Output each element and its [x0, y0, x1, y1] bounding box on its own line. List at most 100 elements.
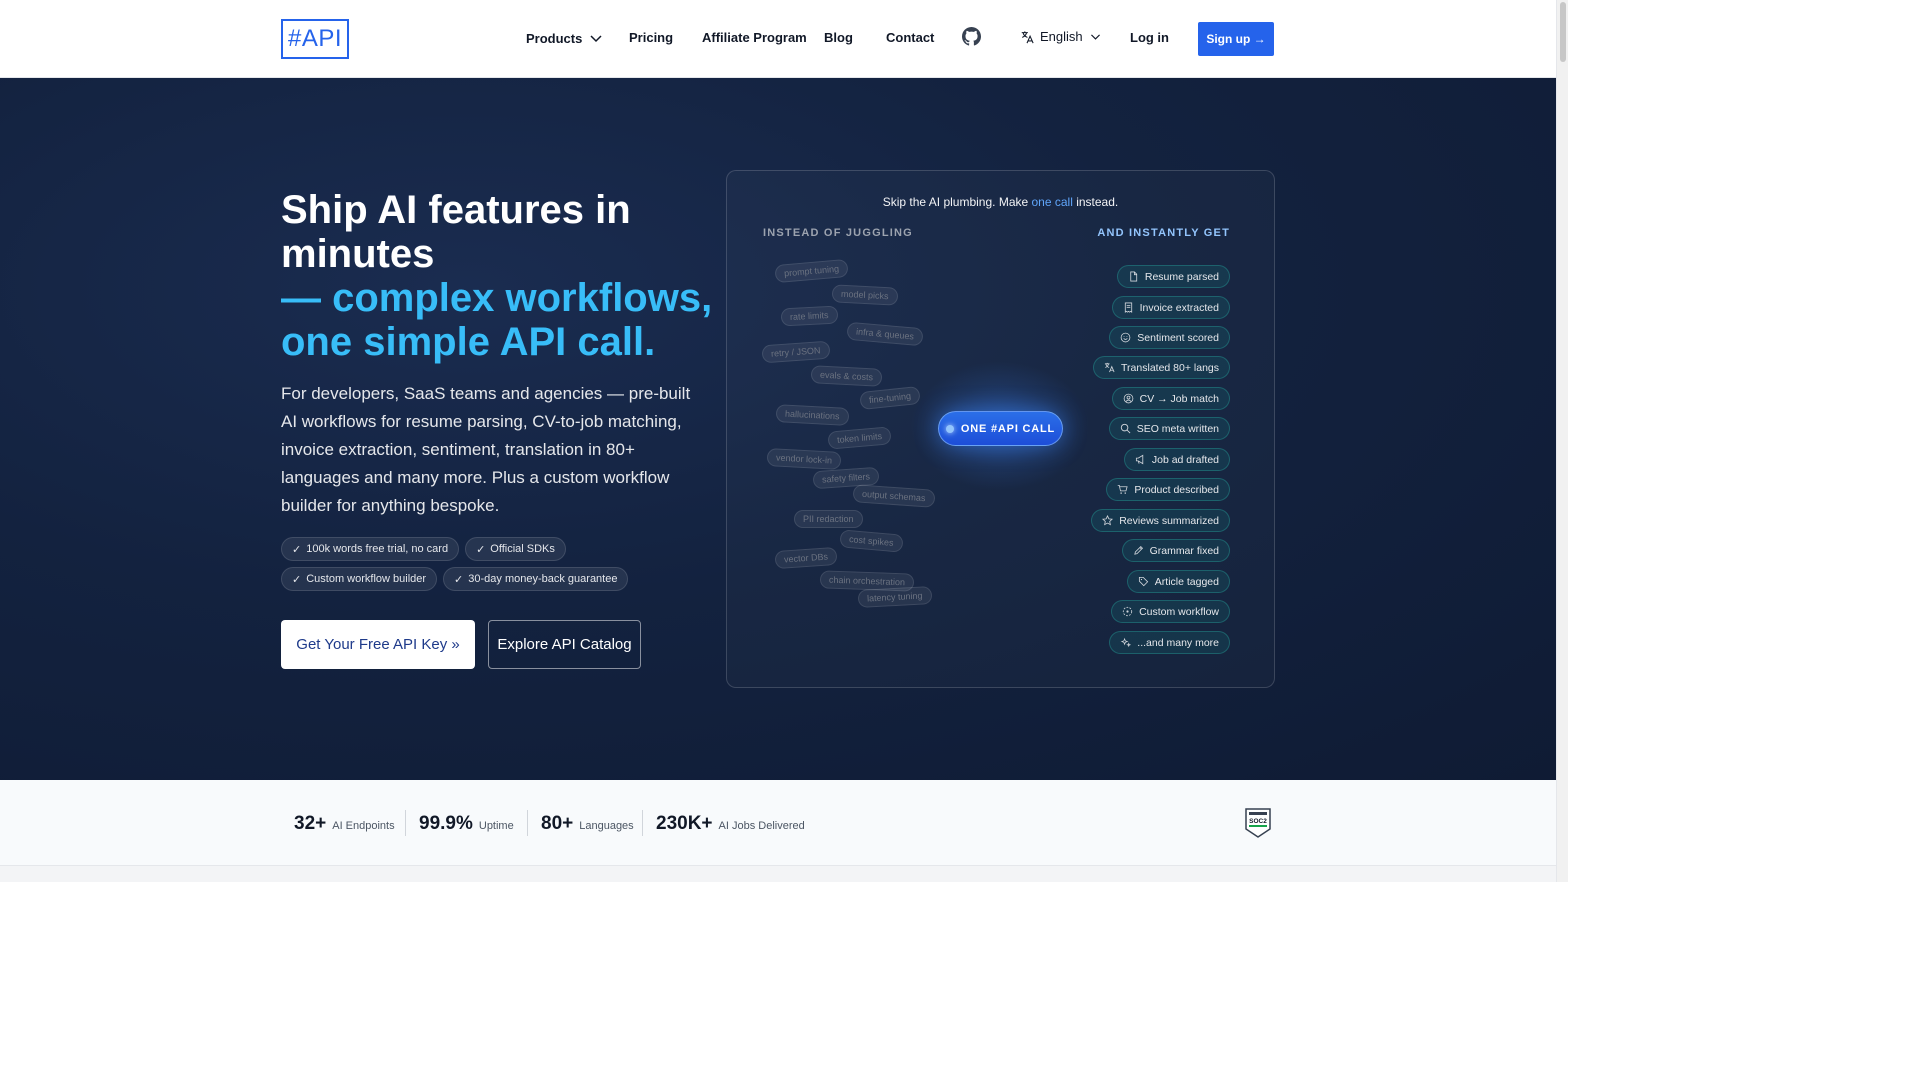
feature-chip: ✓ 100k words free trial, no card [281, 537, 460, 561]
stats-bar: 32+ AI Endpoints 99.9% Uptime 80+ Langua… [0, 780, 1556, 866]
search-icon [1120, 423, 1131, 434]
stat-divider [642, 810, 643, 836]
scrollbar[interactable] [1556, 0, 1568, 882]
soc2-label: SOC2 [1249, 818, 1267, 825]
user-circle-icon [1123, 393, 1133, 404]
nav-contact[interactable]: Contact [886, 30, 934, 45]
juggling-pill: prompt tuning [774, 258, 849, 284]
nav-affiliate[interactable]: Affiliate Program [702, 30, 807, 45]
result-pill: Resume parsed [1116, 265, 1230, 288]
result-pill: CV → Job match [1111, 387, 1230, 410]
logo[interactable]: #API [281, 19, 349, 59]
pulse-dot-icon [945, 424, 954, 433]
one-call-label: ONE #API CALL [960, 422, 1056, 435]
chip-label: 100k words free trial, no card [306, 543, 449, 555]
feature-chips: ✓ 100k words free trial, no card ✓ Officia… [281, 537, 681, 591]
result-pill: Product described [1106, 478, 1230, 501]
check-icon: ✓ [292, 573, 302, 586]
panel-title-pre: Skip the AI plumbing. Make [882, 195, 1032, 209]
check-icon: ✓ [454, 573, 464, 586]
juggling-pill: model picks [831, 284, 898, 306]
star-icon [1102, 515, 1114, 526]
result-pill: Invoice extracted [1111, 296, 1230, 319]
explore-catalog-button[interactable]: Explore API Catalog [488, 620, 641, 669]
soc2-badge-icon: SOC2 [1245, 808, 1271, 838]
stat-value: 80+ [541, 813, 574, 834]
result-label: CV → Job match [1139, 392, 1219, 405]
result-label: Job ad drafted [1151, 453, 1219, 466]
juggling-heading: INSTEAD OF JUGGLING [763, 227, 913, 239]
result-label: Article tagged [1154, 575, 1219, 588]
result-label: ...and many more [1137, 636, 1219, 649]
signup-button[interactable]: Sign up → [1198, 22, 1274, 56]
stat-label: AI Endpoints [332, 820, 395, 832]
document-icon [1130, 271, 1137, 282]
juggling-pill: token limits [827, 426, 892, 450]
juggling-pill: output schemas [852, 484, 936, 508]
pencil-icon [1133, 545, 1143, 555]
stat-uptime: 99.9% Uptime [419, 813, 514, 835]
stat-value: 99.9% [419, 813, 473, 834]
get-api-key-button[interactable]: Get Your Free API Key » [281, 620, 475, 669]
nav-blog[interactable]: Blog [824, 30, 853, 45]
stat-label: Languages [579, 820, 634, 832]
one-call-panel: Skip the AI plumbing. Make one call inst… [726, 170, 1275, 688]
smile-icon [1120, 332, 1131, 343]
nav-products[interactable]: Products [526, 30, 604, 46]
login-link[interactable]: Log in [1130, 30, 1169, 45]
cart-icon [1118, 484, 1128, 494]
juggling-pill: PII redaction [794, 510, 863, 528]
github-link[interactable] [962, 27, 981, 46]
chevron-down-icon [590, 35, 602, 43]
language-selector[interactable]: English [1020, 29, 1102, 44]
stat-divider [527, 810, 528, 836]
sparkles-icon [1121, 637, 1132, 648]
nav-pricing[interactable]: Pricing [629, 30, 673, 45]
next-section-edge [0, 866, 1556, 882]
feature-chip: ✓ Custom workflow builder [281, 567, 438, 591]
stat-label: AI Jobs Delivered [718, 820, 805, 832]
result-label: Translated 80+ langs [1121, 361, 1219, 374]
result-pill: Translated 80+ langs [1093, 356, 1230, 379]
panel-title: Skip the AI plumbing. Make one call inst… [727, 195, 1274, 209]
chip-label: Custom workflow builder [306, 573, 427, 585]
check-icon: ✓ [292, 543, 302, 556]
juggling-pill: vendor lock-in [766, 448, 842, 470]
result-label: Custom workflow [1139, 605, 1219, 618]
juggling-pill: evals & costs [810, 365, 883, 387]
panel-title-highlight: one call [1031, 195, 1073, 209]
language-label: English [1040, 29, 1083, 44]
result-label: SEO meta written [1136, 422, 1219, 435]
nav-products-label: Products [526, 30, 583, 46]
result-pill: ...and many more [1109, 631, 1230, 654]
workflow-icon [1122, 606, 1133, 617]
result-pill: Article tagged [1126, 570, 1230, 593]
result-pill: Grammar fixed [1121, 539, 1230, 562]
chip-label: 30-day money-back guarantee [468, 573, 618, 585]
panel-title-post: instead. [1072, 195, 1119, 209]
result-pill: Custom workflow [1111, 600, 1230, 623]
megaphone-icon [1135, 454, 1144, 465]
result-pill: Job ad drafted [1123, 448, 1230, 471]
feature-chip: ✓ 30-day money-back guarantee [443, 567, 629, 591]
result-label: Product described [1134, 483, 1219, 496]
result-label: Reviews summarized [1119, 514, 1219, 527]
scrollbar-thumb[interactable] [1560, 2, 1566, 62]
one-api-call-button[interactable]: ONE #API CALL [938, 411, 1063, 446]
stat-jobs: 230K+ AI Jobs Delivered [656, 813, 805, 835]
check-icon: ✓ [476, 543, 486, 556]
juggling-pill: hallucinations [775, 404, 849, 426]
hero-title-accent: — complex workflows, one simple API call… [281, 276, 713, 364]
translate-icon [1104, 362, 1115, 373]
github-icon [962, 27, 981, 46]
juggling-pill: rate limits [780, 305, 838, 327]
stat-value: 32+ [294, 813, 327, 834]
juggling-pill: cost spikes [839, 529, 904, 553]
stat-endpoints: 32+ AI Endpoints [294, 813, 395, 835]
receipt-icon [1124, 302, 1132, 313]
stat-languages: 80+ Languages [541, 813, 634, 835]
chip-label: Official SDKs [490, 543, 555, 555]
chevron-down-icon [1090, 34, 1100, 40]
results-heading: AND INSTANTLY GET [1097, 227, 1230, 239]
stat-divider [405, 810, 406, 836]
